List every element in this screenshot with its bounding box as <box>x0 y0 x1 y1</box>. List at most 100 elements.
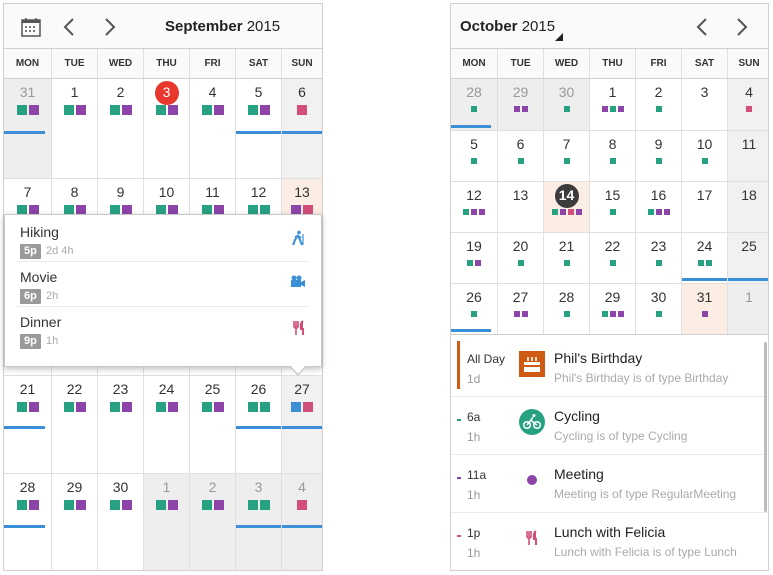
day-cell[interactable]: 3 <box>143 79 189 178</box>
day-number: 3 <box>254 479 263 496</box>
calendar-icon[interactable] <box>16 4 46 49</box>
day-cell[interactable]: 3 <box>681 79 727 130</box>
day-cell[interactable]: 13 <box>497 181 543 232</box>
day-cell[interactable]: 22 <box>589 232 635 283</box>
day-cell[interactable]: 31 <box>4 79 51 178</box>
day-cell[interactable]: 25 <box>189 374 235 474</box>
day-cell[interactable]: 4 <box>189 79 235 178</box>
day-number: 29 <box>604 289 621 305</box>
day-cell[interactable]: 22 <box>51 374 97 474</box>
day-cell[interactable]: 2 <box>97 79 143 178</box>
event-duration: 1d <box>467 372 481 386</box>
agenda-item[interactable]: All Day 1d Phil's Birthday Phil's Birthday … <box>451 339 768 397</box>
day-cell[interactable]: 18 <box>727 181 768 232</box>
day-cell[interactable]: 31 <box>681 283 727 334</box>
event-dot <box>213 105 224 115</box>
event-dot <box>16 500 27 511</box>
day-number: 4 <box>208 84 217 100</box>
event-time: All Day <box>467 352 506 366</box>
agenda-list: All Day 1d Phil's Birthday Phil's Birthday … <box>451 334 768 570</box>
day-cell[interactable]: 6 <box>281 79 322 178</box>
all-day-strip <box>457 341 460 389</box>
day-cell[interactable]: 19 <box>451 232 497 283</box>
day-cell[interactable]: 29 <box>51 473 97 570</box>
day-cell[interactable]: 1 <box>143 473 189 570</box>
day-cell[interactable]: 1 <box>727 283 768 334</box>
day-cell[interactable]: 21 <box>543 232 589 283</box>
agenda-scrollbar[interactable] <box>764 342 767 512</box>
event-indicators <box>682 311 727 317</box>
event-indicators <box>451 158 497 164</box>
event-duration: 1h <box>467 546 481 560</box>
day-cell[interactable]: 26 <box>451 283 497 334</box>
day-cell[interactable]: 24 <box>681 232 728 283</box>
month-title[interactable]: October 2015 <box>460 18 555 35</box>
event-dot <box>609 209 616 215</box>
day-cell[interactable]: 16 <box>635 181 681 232</box>
event-indicators <box>282 500 322 511</box>
day-cell[interactable]: 12 <box>451 181 497 232</box>
day-cell[interactable]: 30 <box>543 79 589 130</box>
popup-event-item[interactable]: Dinner 9p 1h <box>5 300 321 349</box>
popup-event-item[interactable]: Hiking 5p 2d 4h <box>5 210 321 259</box>
day-cell[interactable]: 28 <box>543 283 589 334</box>
day-cell[interactable]: 2 <box>189 473 235 570</box>
day-cell[interactable]: 27 <box>281 374 322 474</box>
agenda-item[interactable]: 11a 1h Meeting Meeting is of type RegularMe… <box>451 455 768 513</box>
popup-event-item[interactable]: Movie 6p 2h <box>5 255 321 304</box>
event-indicators <box>544 209 589 215</box>
day-cell[interactable]: 6 <box>497 130 543 181</box>
popup-arrow-inner <box>290 365 306 374</box>
day-cell[interactable]: 23 <box>97 374 143 474</box>
day-cell[interactable]: 29 <box>497 79 543 130</box>
day-cell[interactable]: 1 <box>589 79 635 130</box>
event-indicators <box>282 105 322 115</box>
agenda-item[interactable]: 6a 1h Cycling Cycling is of type Cycling <box>451 397 768 455</box>
day-cell[interactable]: 21 <box>4 374 51 474</box>
day-cell[interactable]: 28 <box>4 473 51 570</box>
event-description: Phil's Birthday is of type Birthday <box>554 371 729 385</box>
prev-month-button[interactable] <box>687 4 717 49</box>
day-cell[interactable]: 17 <box>681 181 727 232</box>
next-month-button[interactable] <box>727 4 757 49</box>
event-indicators <box>98 401 143 412</box>
day-cell[interactable]: 29 <box>589 283 635 334</box>
day-cell[interactable]: 24 <box>143 374 189 474</box>
day-cell[interactable]: 23 <box>635 232 681 283</box>
dropdown-corner-icon[interactable] <box>555 28 563 46</box>
prev-month-button[interactable] <box>54 4 84 49</box>
day-cell[interactable]: 1 <box>51 79 97 178</box>
day-number: 1 <box>162 479 171 496</box>
day-cell[interactable]: 14 <box>543 181 589 232</box>
next-month-button[interactable] <box>95 4 125 49</box>
day-cell[interactable]: 9 <box>635 130 681 181</box>
day-number: 18 <box>741 187 757 203</box>
day-cell[interactable]: 2 <box>635 79 681 130</box>
agenda-item[interactable]: 1p 1h Lunch with Felicia Lunch with Felicia… <box>451 513 768 570</box>
day-cell[interactable]: 20 <box>497 232 543 283</box>
day-cell[interactable]: 5 <box>235 79 282 178</box>
day-cell[interactable]: 26 <box>235 374 282 474</box>
day-cell[interactable]: 4 <box>727 79 768 130</box>
day-cell[interactable]: 3 <box>235 473 282 570</box>
day-cell[interactable]: 4 <box>281 473 322 570</box>
day-cell[interactable]: 10 <box>681 130 727 181</box>
day-cell[interactable]: 15 <box>589 181 635 232</box>
event-dot <box>109 401 120 412</box>
day-cell[interactable]: 8 <box>589 130 635 181</box>
day-cell[interactable]: 25 <box>727 232 768 283</box>
event-dot <box>471 311 477 317</box>
event-dot <box>701 158 708 164</box>
day-cell[interactable]: 27 <box>497 283 543 334</box>
day-cell[interactable]: 5 <box>451 130 497 181</box>
month-title[interactable]: September 2015 <box>165 18 280 35</box>
day-cell[interactable]: 28 <box>451 79 497 130</box>
day-cell[interactable]: 7 <box>543 130 589 181</box>
day-cell[interactable]: 30 <box>97 473 143 570</box>
day-cell[interactable]: 30 <box>635 283 681 334</box>
day-number: 30 <box>112 479 129 496</box>
event-duration: 1h <box>46 335 59 347</box>
event-indicators <box>682 260 727 266</box>
day-cell[interactable]: 11 <box>727 130 768 181</box>
event-indicators <box>728 106 768 112</box>
